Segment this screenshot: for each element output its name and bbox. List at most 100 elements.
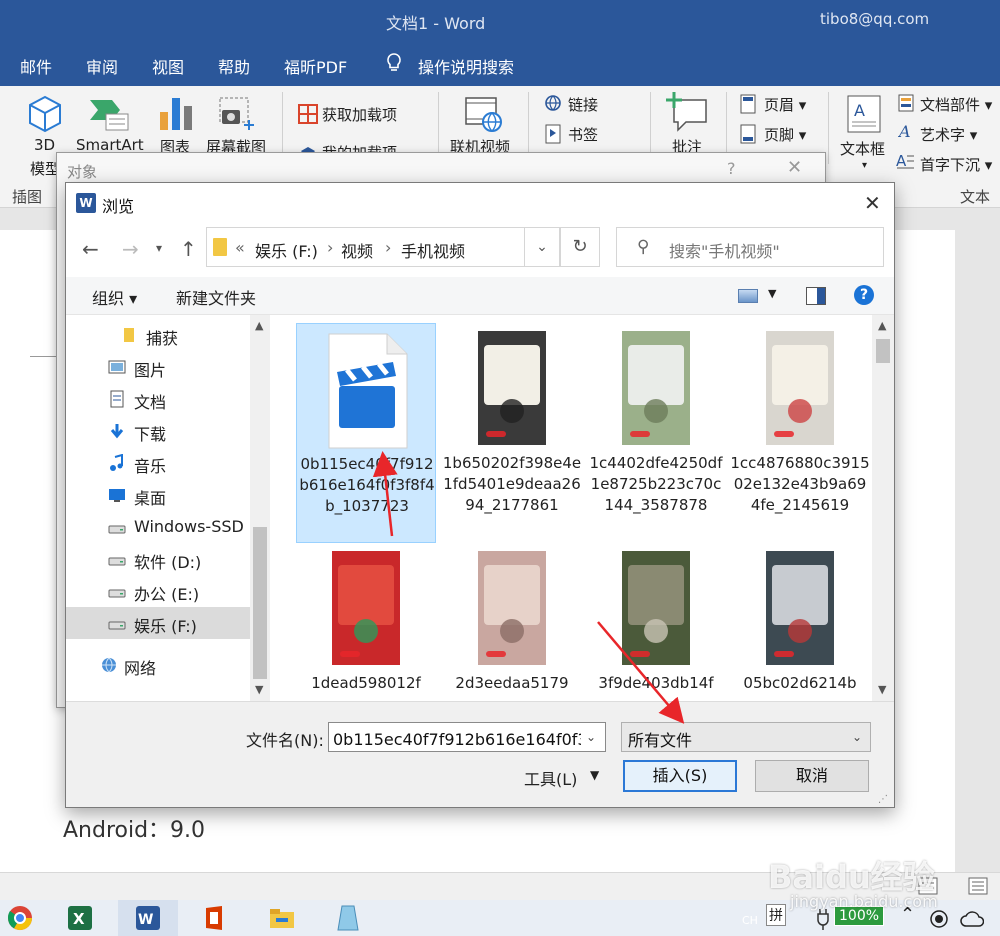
up-arrow-icon[interactable]: ↑ xyxy=(180,237,197,261)
record-icon[interactable] xyxy=(930,910,948,928)
nav-item[interactable]: 捕获 xyxy=(66,319,250,351)
recent-locations-icon[interactable]: ▾ xyxy=(156,241,162,255)
nav-item[interactable]: Windows-SSD ( xyxy=(66,511,255,543)
close-button[interactable]: ✕ xyxy=(864,191,881,215)
breadcrumb-phone-video[interactable]: 手机视频 xyxy=(401,238,465,262)
object-dialog-help-button[interactable]: ? xyxy=(727,159,736,178)
smartart-icon[interactable] xyxy=(88,96,132,132)
cloud-icon[interactable] xyxy=(960,910,984,928)
scroll-up-icon[interactable]: ▲ xyxy=(878,319,886,332)
read-mode-icon[interactable] xyxy=(968,877,988,895)
file-type-select[interactable]: 所有文件 ⌄ xyxy=(621,722,871,752)
insert-button[interactable]: 插入(S) xyxy=(623,760,737,792)
get-addins-button[interactable]: 获取加载项 xyxy=(322,104,397,125)
nav-item[interactable]: 图片 xyxy=(66,351,250,383)
preview-pane-icon[interactable] xyxy=(806,287,826,305)
bookmark-button[interactable]: 书签 xyxy=(568,124,598,145)
file-list-scrollbar[interactable]: ▲ ▼ xyxy=(872,315,894,701)
file-tile[interactable]: 1b650202f398e4e1fd5401e9deaa2694_2177861 xyxy=(442,323,582,543)
textbox-button[interactable]: 文本框 xyxy=(840,138,885,159)
navigation-scrollbar[interactable]: ▲ ▼ xyxy=(250,315,270,701)
document-body-text[interactable]: Android：9.0 xyxy=(63,812,205,844)
tab-view[interactable]: 视图 xyxy=(152,54,184,78)
help-icon[interactable]: ? xyxy=(854,285,874,305)
comment-button[interactable]: 批注 xyxy=(672,136,702,152)
pictures-icon xyxy=(108,358,126,376)
nav-item[interactable]: 办公 (E:) xyxy=(66,575,250,607)
file-tile[interactable]: 2d3eedaa5179 xyxy=(442,543,582,701)
nav-item-label: 办公 (E:) xyxy=(134,585,200,604)
cancel-button[interactable]: 取消 xyxy=(755,760,869,792)
breadcrumb-overflow[interactable]: « xyxy=(235,238,245,257)
chart-icon[interactable] xyxy=(158,94,194,132)
tools-button[interactable]: 工具(L) xyxy=(524,766,577,790)
nav-item[interactable]: 桌面 xyxy=(66,479,250,511)
tab-help[interactable]: 帮助 xyxy=(218,54,250,78)
app-icon[interactable] xyxy=(334,904,362,932)
online-video-icon[interactable] xyxy=(464,94,504,134)
change-view-icon[interactable] xyxy=(738,289,758,303)
3d-model-button[interactable]: 3D xyxy=(34,136,55,154)
tab-review[interactable]: 审阅 xyxy=(86,54,118,78)
online-video-button[interactable]: 联机视频 xyxy=(450,136,510,152)
tell-me-search[interactable]: 操作说明搜索 xyxy=(418,54,514,78)
excel-icon[interactable]: X xyxy=(66,904,94,932)
file-tile[interactable]: 1cc4876880c391502e132e43b9a694fe_2145619 xyxy=(730,323,870,543)
object-dialog-close-button[interactable]: ✕ xyxy=(787,157,802,178)
link-button[interactable]: 链接 xyxy=(568,94,598,115)
file-tile[interactable]: 1dead598012f xyxy=(296,543,436,701)
scroll-down-icon[interactable]: ▼ xyxy=(878,683,886,696)
address-bar[interactable]: « 娱乐 (F:) › 视频 › 手机视频 xyxy=(206,227,560,267)
nav-item[interactable]: 下载 xyxy=(66,415,250,447)
file-tile[interactable]: 05bc02d6214b xyxy=(730,543,870,701)
refresh-icon[interactable]: ↻ xyxy=(560,227,600,267)
nav-item[interactable]: 软件 (D:) xyxy=(66,543,250,575)
back-arrow-icon[interactable]: ← xyxy=(82,237,99,261)
video-thumbnail xyxy=(332,551,400,665)
ribbon-separator xyxy=(828,92,829,164)
view-options-dropdown-icon[interactable]: ▼ xyxy=(768,287,776,300)
tab-mailings[interactable]: 邮件 xyxy=(20,54,52,78)
organize-button[interactable]: 组织 ▾ xyxy=(92,285,137,309)
filename-dropdown-icon[interactable]: ⌄ xyxy=(586,730,596,744)
nav-item[interactable]: 文档 xyxy=(66,383,250,415)
user-account[interactable]: tibo8@qq.com xyxy=(820,10,929,28)
scrollbar-thumb[interactable] xyxy=(253,527,267,679)
file-tile[interactable]: 1c4402dfe4250df1e8725b223c70c144_3587878 xyxy=(586,323,726,543)
resize-grip-icon[interactable]: ⋰ xyxy=(878,794,888,805)
scroll-up-icon[interactable]: ▲ xyxy=(255,319,263,332)
3d-model-icon[interactable] xyxy=(26,94,64,134)
textbox-dropdown-icon[interactable]: ▾ xyxy=(862,160,867,171)
nav-item[interactable]: 音乐 xyxy=(66,447,250,479)
tools-dropdown-icon[interactable]: ▼ xyxy=(590,768,599,782)
file-explorer-icon[interactable] xyxy=(268,904,296,932)
address-dropdown-icon[interactable]: ⌄ xyxy=(524,227,560,267)
file-tile[interactable]: 0b115ec40f7f912b616e164f0f3f8f4b_1037723 xyxy=(296,323,436,543)
input-language[interactable]: CH xyxy=(742,914,758,927)
textbox-icon[interactable]: A xyxy=(846,94,882,134)
nav-item[interactable]: 网络 xyxy=(66,649,250,681)
breadcrumb-video[interactable]: 视频 xyxy=(341,238,373,262)
scroll-down-icon[interactable]: ▼ xyxy=(255,683,263,696)
file-type-value: 所有文件 xyxy=(628,731,693,750)
breadcrumb-drive[interactable]: 娱乐 (F:) xyxy=(255,238,318,262)
chrome-icon[interactable] xyxy=(6,904,34,932)
file-tile[interactable]: 3f9de403db14f xyxy=(586,543,726,701)
drop-cap-button[interactable]: 首字下沉 ▾ xyxy=(920,154,992,175)
wordart-button[interactable]: 艺术字 ▾ xyxy=(920,124,977,145)
forward-arrow-icon[interactable]: → xyxy=(122,237,139,261)
header-button[interactable]: 页眉 ▾ xyxy=(764,94,806,115)
search-input[interactable]: ⚲ 搜索"手机视频" xyxy=(616,227,884,267)
word-icon[interactable]: W xyxy=(134,904,162,932)
quick-parts-button[interactable]: 文档部件 ▾ xyxy=(920,94,992,115)
nav-item[interactable]: 娱乐 (F:) xyxy=(66,607,250,639)
comment-icon[interactable] xyxy=(666,92,708,132)
filename-input[interactable] xyxy=(328,722,606,752)
ime-indicator[interactable]: 拼 xyxy=(766,904,786,926)
footer-button[interactable]: 页脚 ▾ xyxy=(764,124,806,145)
scrollbar-thumb[interactable] xyxy=(876,339,890,363)
screenshot-icon[interactable] xyxy=(218,96,258,132)
tab-foxit-pdf[interactable]: 福昕PDF xyxy=(284,54,347,78)
office-icon[interactable] xyxy=(200,904,228,932)
new-folder-button[interactable]: 新建文件夹 xyxy=(176,285,256,309)
